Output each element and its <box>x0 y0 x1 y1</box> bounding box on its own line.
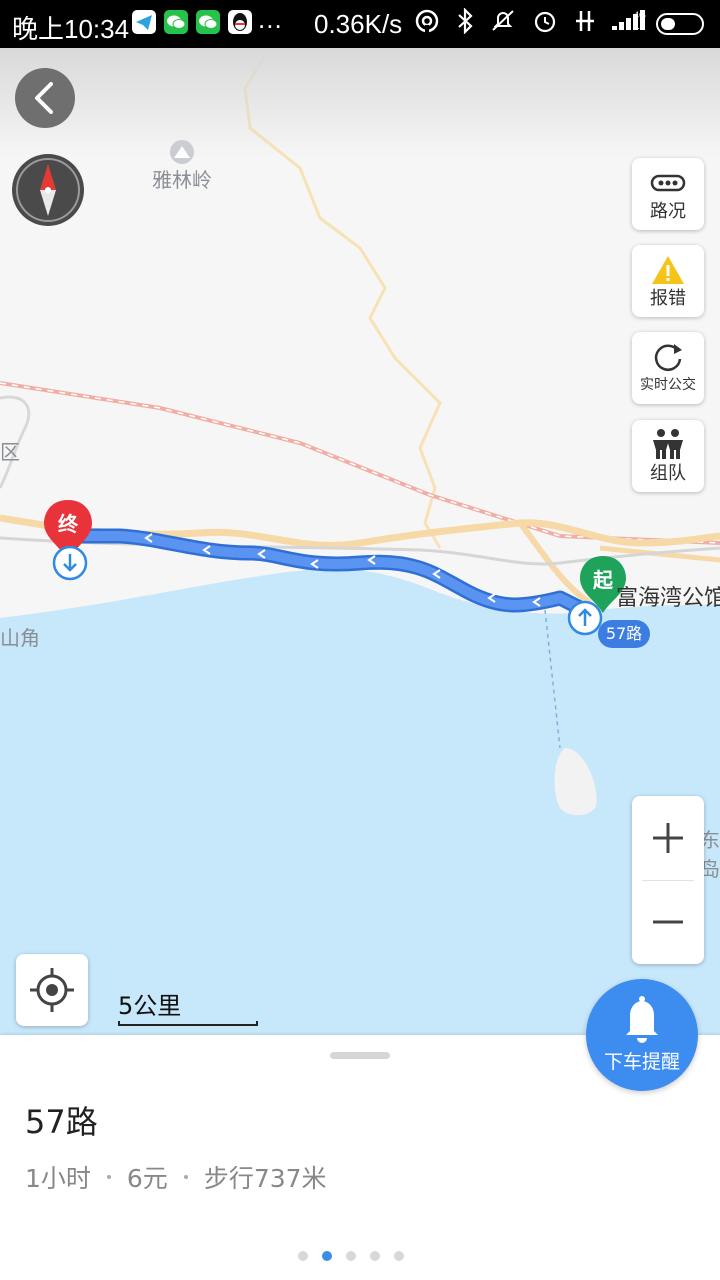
wechat-icon <box>164 10 188 34</box>
end-marker-label: 终 <box>58 512 78 536</box>
back-button[interactable] <box>15 68 75 128</box>
notification-icons <box>132 10 252 34</box>
mountain-label: 雅林岭 <box>152 168 212 192</box>
start-poi-label: 富海湾公馆 <box>616 586 720 611</box>
start-marker-label: 起 <box>593 568 613 592</box>
map-canvas[interactable] <box>0 48 720 1035</box>
plus-icon <box>653 823 683 853</box>
realtime-bus-label: 实时公交 <box>640 377 696 393</box>
report-error-button[interactable]: 报错 <box>632 245 704 317</box>
mute-icon <box>492 10 514 31</box>
compass-icon <box>16 158 80 222</box>
team-icon <box>653 429 683 459</box>
route-tag[interactable]: 57路 <box>598 620 650 648</box>
traffic-label: 路况 <box>650 201 686 222</box>
bluetooth-icon <box>458 8 473 34</box>
map-view[interactable]: 雅林岭 区 山角 东岛 <box>0 48 720 1035</box>
traffic-icon <box>650 174 686 192</box>
route-duration: 1小时 <box>25 1164 91 1193</box>
zoom-in-button[interactable] <box>632 796 704 880</box>
network-type: 4G 1X <box>634 10 646 32</box>
wechat-icon <box>196 10 220 34</box>
crosshair-icon <box>30 968 74 1012</box>
qq-icon <box>228 10 252 34</box>
map-scale-bar <box>118 1021 258 1026</box>
system-icons <box>414 8 652 34</box>
minus-icon <box>653 920 683 924</box>
map-top-fade <box>0 48 720 158</box>
traffic-button[interactable]: 路况 <box>632 158 704 230</box>
alight-reminder-label: 下车提醒 <box>603 1051 680 1073</box>
compass-button[interactable] <box>12 154 84 226</box>
alight-reminder-button[interactable]: 下车提醒 <box>586 979 698 1091</box>
bell-icon <box>626 996 658 1043</box>
more-notifications: ... <box>258 4 283 34</box>
chevron-left-icon <box>35 82 53 114</box>
net-speed: 0.36K/s <box>314 9 403 39</box>
telegram-icon <box>132 10 156 34</box>
zoom-out-button[interactable] <box>632 880 704 964</box>
zoom-controls <box>632 796 704 964</box>
locate-button[interactable] <box>16 954 88 1026</box>
route-walk-distance: 步行737米 <box>203 1164 327 1193</box>
page-dot[interactable] <box>346 1251 356 1261</box>
district-label: 区 <box>0 440 20 464</box>
sheet-drag-handle[interactable] <box>330 1052 390 1059</box>
network-sub-label: 1X <box>634 21 646 31</box>
refresh-icon <box>654 344 682 371</box>
route-name: 57路 <box>25 1103 98 1141</box>
map-scale-label: 5公里 <box>118 992 182 1020</box>
team-label: 组队 <box>650 463 686 484</box>
realtime-bus-button[interactable]: 实时公交 <box>632 332 704 404</box>
page-indicator <box>298 1251 404 1261</box>
status-bar: 晚上10:34 ... 0.36K/s 4G 1X <box>0 0 720 48</box>
status-time: 晚上10:34 <box>12 14 130 44</box>
warning-icon <box>652 256 684 284</box>
page-dot-active[interactable] <box>322 1251 332 1261</box>
battery-icon <box>656 13 704 35</box>
network-type-label: 4G <box>634 10 647 20</box>
hotspot-icon <box>415 9 439 33</box>
report-error-label: 报错 <box>650 288 686 309</box>
team-button[interactable]: 组队 <box>632 420 704 492</box>
page-dot[interactable] <box>394 1251 404 1261</box>
separator-dot <box>183 1175 188 1179</box>
route-meta: 1小时 6元 步行737米 <box>25 1159 327 1195</box>
alarm-clock-icon <box>534 11 556 33</box>
separator-dot <box>106 1175 111 1179</box>
railway <box>0 381 720 545</box>
cape-label: 山角 <box>0 626 40 650</box>
page-dot[interactable] <box>298 1251 308 1261</box>
page-dot[interactable] <box>370 1251 380 1261</box>
route-fare: 6元 <box>126 1164 168 1193</box>
data-transfer-icon <box>576 11 594 31</box>
